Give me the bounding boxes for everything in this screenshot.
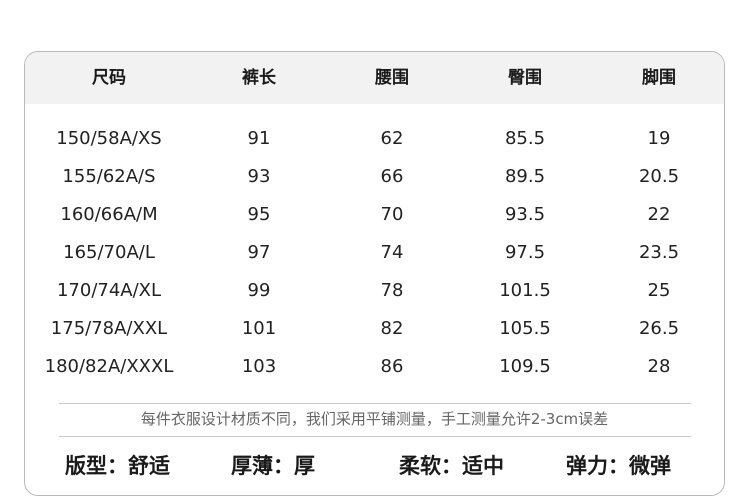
fabric-properties: 版型：舒适 厚薄：厚 柔软：适中 弹力：微弹 xyxy=(25,450,724,482)
table-row: 170/74A/XL 99 78 101.5 25 xyxy=(25,272,724,310)
cell-ankle: 23.5 xyxy=(638,242,680,263)
cell-size: 150/58A/XS xyxy=(56,128,162,149)
divider-bottom xyxy=(59,436,691,437)
property-fit: 版型：舒适 xyxy=(65,454,170,478)
cell-ankle: 19 xyxy=(647,128,671,149)
cell-ankle: 22 xyxy=(647,204,671,225)
size-chart-card: 尺码 裤长 腰围 臀围 脚围 150/58A/XS 91 62 85.5 19 … xyxy=(24,51,725,496)
table-row: 180/82A/XXXL 103 86 109.5 28 xyxy=(25,348,724,386)
cell-size: 165/70A/L xyxy=(63,242,155,263)
cell-size: 160/66A/M xyxy=(60,204,158,225)
cell-ankle: 25 xyxy=(647,280,671,301)
cell-size: 180/82A/XXXL xyxy=(44,356,174,377)
measurement-note: 每件衣服设计材质不同，我们采用平铺测量，手工测量允许2-3cm误差 xyxy=(140,410,609,428)
property-softness: 柔软：适中 xyxy=(399,454,504,478)
property-stretch: 弹力：微弹 xyxy=(566,454,671,478)
cell-ankle: 28 xyxy=(647,356,671,377)
table-row: 150/58A/XS 91 62 85.5 19 xyxy=(25,120,724,158)
cell-size: 175/78A/XXL xyxy=(50,318,168,339)
cell-size: 170/74A/XL xyxy=(56,280,162,301)
table-row: 155/62A/S 93 66 89.5 20.5 xyxy=(25,158,724,196)
table-row: 165/70A/L 97 74 97.5 23.5 xyxy=(25,234,724,272)
cell-ankle: 26.5 xyxy=(638,318,680,339)
table-row: 160/66A/M 95 70 93.5 22 xyxy=(25,196,724,234)
divider-top xyxy=(59,403,691,404)
table-row: 175/78A/XXL 101 82 105.5 26.5 xyxy=(25,310,724,348)
cell-size: 155/62A/S xyxy=(62,166,156,187)
cell-ankle: 20.5 xyxy=(638,166,680,187)
property-thickness: 厚薄：厚 xyxy=(231,454,315,478)
